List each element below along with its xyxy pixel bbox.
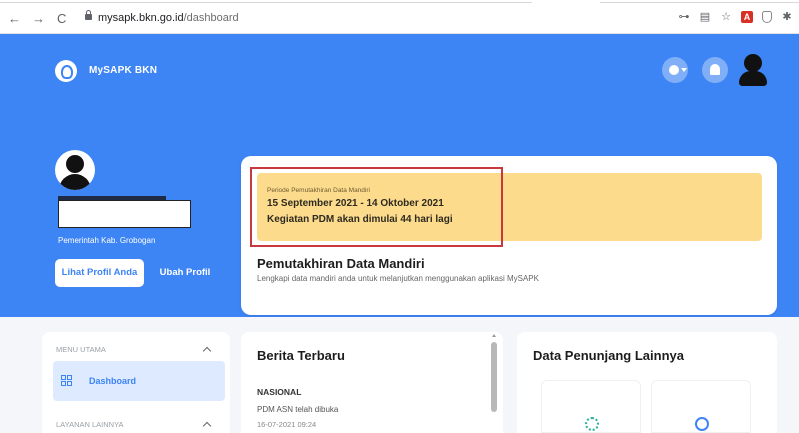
news-headline-link[interactable]: PDM ASN telah dibuka	[257, 405, 338, 414]
translate-icon[interactable]: ▤	[699, 11, 711, 23]
notification-bell-icon[interactable]	[702, 57, 728, 83]
extension-icons: ⊶ ▤ ☆ A ✱	[678, 11, 793, 23]
tab-divider	[0, 2, 532, 3]
avatar-head	[744, 54, 762, 72]
person-icon	[695, 417, 709, 431]
url-path: /dashboard	[183, 12, 239, 24]
support-tile[interactable]	[651, 380, 751, 433]
brand-name[interactable]: MySAPK BKN	[89, 65, 157, 76]
shield-icon[interactable]	[762, 11, 772, 23]
key-icon[interactable]: ⊶	[678, 11, 690, 23]
news-card: Berita Terbaru NASIONAL PDM ASN telah di…	[241, 332, 503, 433]
news-category: NASIONAL	[257, 387, 302, 397]
pdm-subtitle: Lengkapi data mandiri anda untuk melanju…	[257, 274, 539, 283]
back-arrow-icon[interactable]: ←	[8, 12, 21, 26]
browser-toolbar: ← → C mysapk.bkn.go.id/dashboard ⊶ ▤ ☆ A…	[0, 0, 799, 34]
pdm-card: Periode Pemutakhiran Data Mandiri 15 Sep…	[241, 156, 777, 315]
avatar-body	[59, 174, 91, 190]
profile-agency: Pemerintah Kab. Grobogan	[58, 236, 156, 245]
avatar-body	[739, 71, 767, 86]
forward-arrow-icon[interactable]: →	[32, 12, 45, 26]
pdm-title: Pemutakhiran Data Mandiri	[257, 256, 425, 271]
redaction-box	[58, 200, 191, 228]
support-title: Data Penunjang Lainnya	[533, 348, 684, 363]
scrollbar-thumb[interactable]	[491, 342, 497, 412]
pdf-extension-icon[interactable]: A	[741, 11, 753, 23]
tab-strip	[0, 0, 799, 6]
menu-heading-other: LAYANAN LAINNYA	[56, 420, 124, 429]
chevron-up-icon[interactable]	[202, 346, 212, 356]
avatar-head	[66, 155, 84, 173]
settings-gear-icon	[585, 417, 599, 431]
news-scrollbar[interactable]	[491, 334, 497, 433]
profile-avatar	[55, 150, 95, 190]
highlight-outline	[250, 167, 503, 247]
support-tile[interactable]	[541, 380, 641, 433]
url-text[interactable]: mysapk.bkn.go.id/dashboard	[98, 12, 239, 24]
news-title: Berita Terbaru	[257, 348, 345, 363]
support-data-card: Data Penunjang Lainnya	[517, 332, 777, 433]
sidebar-item-label: Dashboard	[89, 376, 137, 386]
view-profile-button[interactable]: Lihat Profil Anda	[55, 259, 144, 287]
menu-heading-main: MENU UTAMA	[56, 345, 106, 354]
tab-divider	[600, 2, 799, 3]
puzzle-icon[interactable]: ✱	[781, 11, 793, 23]
news-date: 16-07-2021 09:24	[257, 420, 317, 429]
help-menu-button[interactable]	[662, 57, 688, 83]
mysapk-logo-icon[interactable]	[55, 60, 77, 82]
url-host: mysapk.bkn.go.id	[98, 12, 184, 24]
address-bar[interactable]: mysapk.bkn.go.id/dashboard	[82, 9, 782, 29]
user-avatar-icon[interactable]	[736, 52, 770, 86]
scroll-up-arrow-icon[interactable]	[492, 334, 496, 337]
lock-icon	[85, 10, 92, 20]
chevron-up-icon[interactable]	[202, 421, 212, 431]
sidebar-menu: MENU UTAMA Dashboard LAYANAN LAINNYA	[42, 332, 230, 433]
reload-icon[interactable]: C	[57, 12, 66, 26]
dashboard-grid-icon	[61, 375, 72, 386]
sidebar-item-dashboard[interactable]: Dashboard	[53, 361, 225, 401]
edit-profile-button[interactable]: Ubah Profil	[153, 259, 217, 287]
bookmark-star-icon[interactable]: ☆	[720, 11, 732, 23]
